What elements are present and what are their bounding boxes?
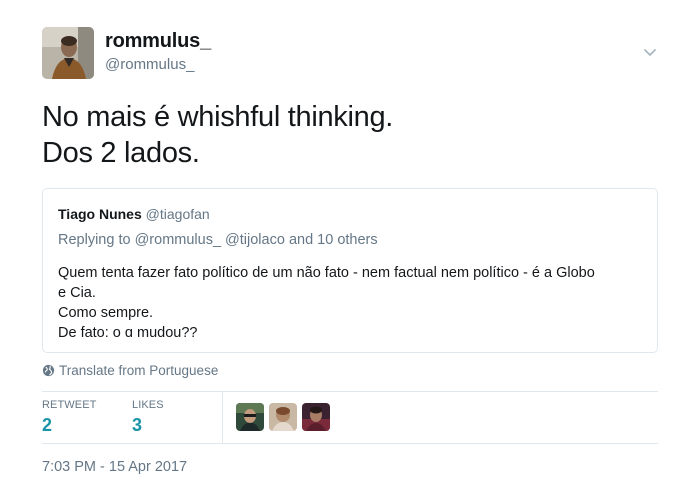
tweet-text: No mais é whishful thinking. Dos 2 lados…	[42, 99, 393, 171]
quoted-author-handle: @tiagofan	[145, 206, 210, 222]
tweet-line: No mais é whishful thinking.	[42, 101, 394, 133]
likers-avatars	[236, 403, 330, 431]
quoted-author-name: Tiago Nunes	[58, 206, 142, 222]
translate-label[interactable]: Translate from Portuguese	[59, 363, 218, 378]
divider	[42, 443, 658, 444]
quoted-line: Como sempre.	[58, 305, 154, 321]
quoted-tweet[interactable]: Tiago Nunes @tiagofan Replying to @rommu…	[42, 188, 658, 353]
author-handle[interactable]: @rommulus_	[105, 56, 194, 73]
quoted-tweet-header: Tiago Nunes @tiagofan	[58, 206, 210, 222]
liker-photo	[302, 403, 330, 431]
stats-divider	[222, 392, 223, 443]
quoted-line: De fato: o ɑ mudou??	[58, 325, 198, 341]
retweets-count[interactable]: 2	[42, 415, 52, 436]
likes-count[interactable]: 3	[132, 415, 142, 436]
author-name[interactable]: rommulus_	[105, 30, 211, 53]
reply-user-link[interactable]: @rommulus_	[135, 232, 221, 248]
liker-photo	[269, 403, 297, 431]
liker-photo	[236, 403, 264, 431]
avatar-photo	[42, 27, 94, 79]
likes-label: LIKES	[132, 399, 164, 411]
quoted-line: e Cia.	[58, 285, 96, 301]
replying-to: Replying to @rommulus_ @tijolaco and 10 …	[58, 232, 378, 248]
author-avatar[interactable]	[42, 27, 94, 79]
retweets-label: RETWEET	[42, 399, 97, 411]
chevron-down-icon[interactable]	[640, 42, 660, 62]
translate-link[interactable]: Translate from Portuguese	[42, 363, 218, 378]
divider	[42, 391, 658, 392]
liker-avatar[interactable]	[236, 403, 264, 431]
reply-user-link[interactable]: @tijolaco	[225, 232, 285, 248]
globe-icon	[42, 364, 55, 377]
tweet-line: Dos 2 lados.	[42, 137, 200, 169]
reply-others-link[interactable]: and 10 others	[289, 232, 378, 248]
quoted-tweet-body: Quem tenta fazer fato político de um não…	[58, 263, 648, 343]
liker-avatar[interactable]	[302, 403, 330, 431]
replying-to-prefix: Replying to	[58, 232, 131, 248]
quoted-line: Quem tenta fazer fato político de um não…	[58, 265, 595, 281]
tweet-timestamp[interactable]: 7:03 PM - 15 Apr 2017	[42, 459, 187, 475]
liker-avatar[interactable]	[269, 403, 297, 431]
